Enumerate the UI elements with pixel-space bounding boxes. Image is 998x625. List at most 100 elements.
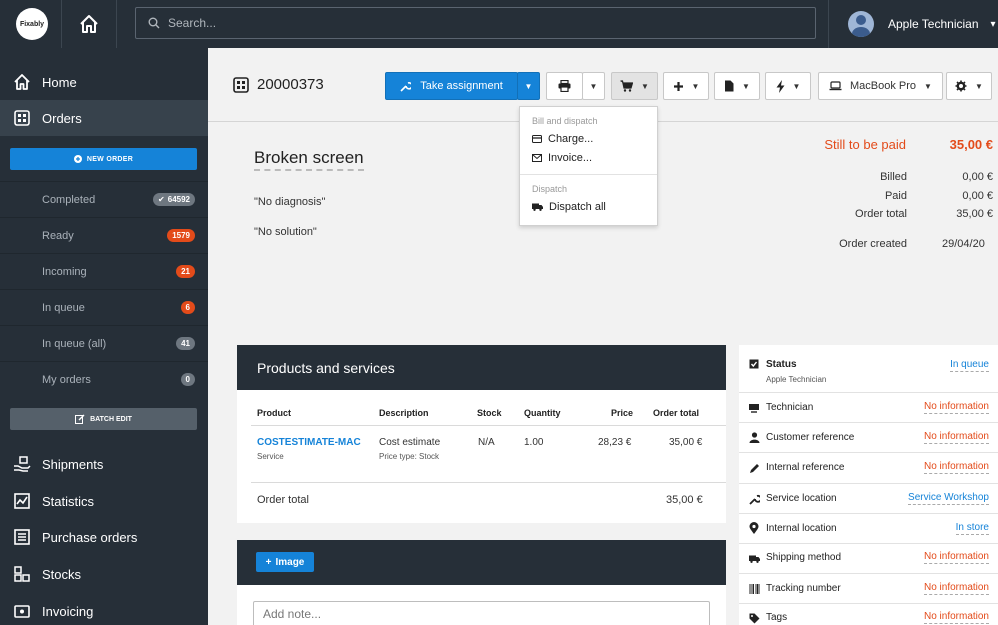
- edit-icon: [75, 414, 85, 424]
- actions-button[interactable]: ▼: [765, 72, 811, 100]
- info-label: Shipping method: [766, 552, 842, 563]
- info-value[interactable]: No information: [923, 401, 989, 414]
- sidebar-item-home[interactable]: Home: [0, 64, 208, 100]
- bolt-icon: [776, 79, 785, 93]
- still-to-be-paid-value: 35,00 €: [949, 137, 993, 152]
- sidebar-item-stocks[interactable]: Stocks: [0, 556, 208, 592]
- products-card-title: Products and services: [257, 359, 395, 376]
- info-row-technician: Technician No information: [739, 393, 998, 423]
- count-badge: 0: [180, 373, 195, 386]
- divider: [116, 0, 117, 48]
- caret-down-icon: ▼: [524, 81, 533, 91]
- info-value[interactable]: No information: [923, 611, 989, 624]
- product-link[interactable]: COSTESTIMATE-MAC: [257, 437, 361, 448]
- orders-icon: [14, 110, 30, 126]
- sidebar-item-ready[interactable]: Ready 1579: [0, 217, 208, 253]
- plus-circle-icon: [73, 155, 82, 163]
- print-button[interactable]: [546, 72, 583, 100]
- info-value[interactable]: No information: [923, 551, 989, 564]
- sidebar-item-shipments[interactable]: Shipments: [0, 446, 208, 482]
- sidebar-item-label: Ready: [42, 229, 74, 242]
- menu-item-dispatch-all[interactable]: Dispatch all: [532, 201, 606, 213]
- product-quantity: 1.00: [524, 437, 544, 448]
- home-button[interactable]: [62, 0, 116, 48]
- list-icon: [14, 529, 30, 545]
- info-row-tags: Tags No information: [739, 604, 998, 625]
- status-user: Apple Technician: [766, 375, 827, 384]
- file-icon: [725, 80, 734, 92]
- avatar: [848, 11, 874, 37]
- hand-box-icon: [14, 456, 31, 472]
- column-header: Quantity: [524, 408, 561, 418]
- info-row-internal-reference: Internal reference No information: [739, 453, 998, 484]
- product-type: Service: [257, 452, 284, 461]
- order-title[interactable]: Broken screen: [254, 148, 364, 171]
- menu-item-label: Dispatch all: [549, 201, 606, 213]
- print-dropdown[interactable]: ▼: [582, 72, 605, 100]
- sidebar-item-label: Orders: [42, 110, 82, 126]
- order-created-label: Order created: [839, 238, 907, 250]
- sidebar-item-statistics[interactable]: Statistics: [0, 483, 208, 519]
- caret-down-icon: ▼: [975, 81, 983, 91]
- sidebar-item-invoicing[interactable]: Invoicing: [0, 593, 208, 625]
- new-order-button[interactable]: NEW ORDER: [10, 148, 197, 170]
- info-label: Tags: [766, 612, 788, 623]
- sidebar-item-completed[interactable]: Completed ✔ 64592: [0, 181, 208, 217]
- barcode-icon: [748, 583, 760, 595]
- device-selector[interactable]: MacBook Pro ▼: [818, 72, 943, 100]
- credit-card-icon: [532, 135, 542, 143]
- still-to-be-paid-label: Still to be paid: [824, 137, 906, 152]
- sidebar-item-orders[interactable]: Orders: [0, 100, 208, 136]
- document-button[interactable]: ▼: [714, 72, 760, 100]
- add-image-button[interactable]: + Image: [256, 552, 314, 572]
- sidebar-item-label: Purchase orders: [42, 529, 138, 545]
- truck-icon: [532, 203, 543, 211]
- batch-edit-button[interactable]: BATCH EDIT: [10, 408, 197, 430]
- add-note-input[interactable]: Add note...: [253, 601, 710, 625]
- check-circle-icon: ✔: [158, 195, 165, 204]
- invoice-icon: [14, 605, 30, 618]
- status-value[interactable]: In queue: [950, 359, 989, 372]
- take-assignment-dropdown[interactable]: ▼: [517, 72, 540, 100]
- info-label: Internal location: [766, 523, 837, 534]
- technician-icon: [748, 402, 760, 414]
- take-assignment-button[interactable]: Take assignment: [385, 72, 518, 100]
- sidebar-item-incoming[interactable]: Incoming 21: [0, 253, 208, 289]
- image-button-label: Image: [275, 556, 305, 568]
- new-order-label: NEW ORDER: [86, 155, 134, 163]
- info-value[interactable]: No information: [923, 431, 989, 444]
- solution-text[interactable]: "No solution": [254, 226, 317, 238]
- count-badge: 6: [180, 301, 195, 314]
- order-icon: [233, 76, 249, 93]
- sidebar-item-in-queue[interactable]: In queue 6: [0, 289, 208, 325]
- billed-value: 0,00 €: [962, 171, 993, 183]
- caret-down-icon: ▼: [589, 81, 598, 91]
- count-badge: 21: [176, 265, 195, 278]
- count-badge: ✔ 64592: [153, 193, 195, 206]
- info-value[interactable]: No information: [923, 461, 989, 474]
- settings-button[interactable]: ▼: [946, 72, 992, 100]
- order-total-footer-label: Order total: [257, 494, 309, 506]
- sidebar-item-purchase-orders[interactable]: Purchase orders: [0, 519, 208, 555]
- cart-button[interactable]: ▼: [611, 72, 658, 100]
- product-price: 28,23 €: [598, 437, 632, 448]
- add-button[interactable]: ▼: [663, 72, 709, 100]
- info-value[interactable]: In store: [955, 522, 989, 535]
- menu-item-invoice[interactable]: Invoice...: [532, 152, 592, 164]
- printer-icon: [558, 80, 571, 92]
- search-input[interactable]: Search...: [135, 7, 816, 39]
- info-row-status: Status Apple Technician In queue: [739, 345, 998, 393]
- menu-item-charge[interactable]: Charge...: [532, 133, 593, 145]
- home-icon: [14, 74, 30, 90]
- info-value[interactable]: No information: [923, 582, 989, 595]
- search-placeholder: Search...: [168, 16, 217, 30]
- count-value: 64592: [167, 195, 190, 204]
- sidebar-item-in-queue-all[interactable]: In queue (all) 41: [0, 325, 208, 361]
- info-value[interactable]: Service Workshop: [908, 492, 989, 505]
- diagnosis-text[interactable]: "No diagnosis": [254, 196, 325, 208]
- sidebar-item-my-orders[interactable]: My orders 0: [0, 361, 208, 397]
- order-total-label: Order total: [855, 208, 907, 220]
- count-badge: 41: [176, 337, 195, 350]
- user-menu[interactable]: Apple Technician ▾: [828, 0, 998, 48]
- fixably-logo[interactable]: Fixably: [16, 8, 48, 40]
